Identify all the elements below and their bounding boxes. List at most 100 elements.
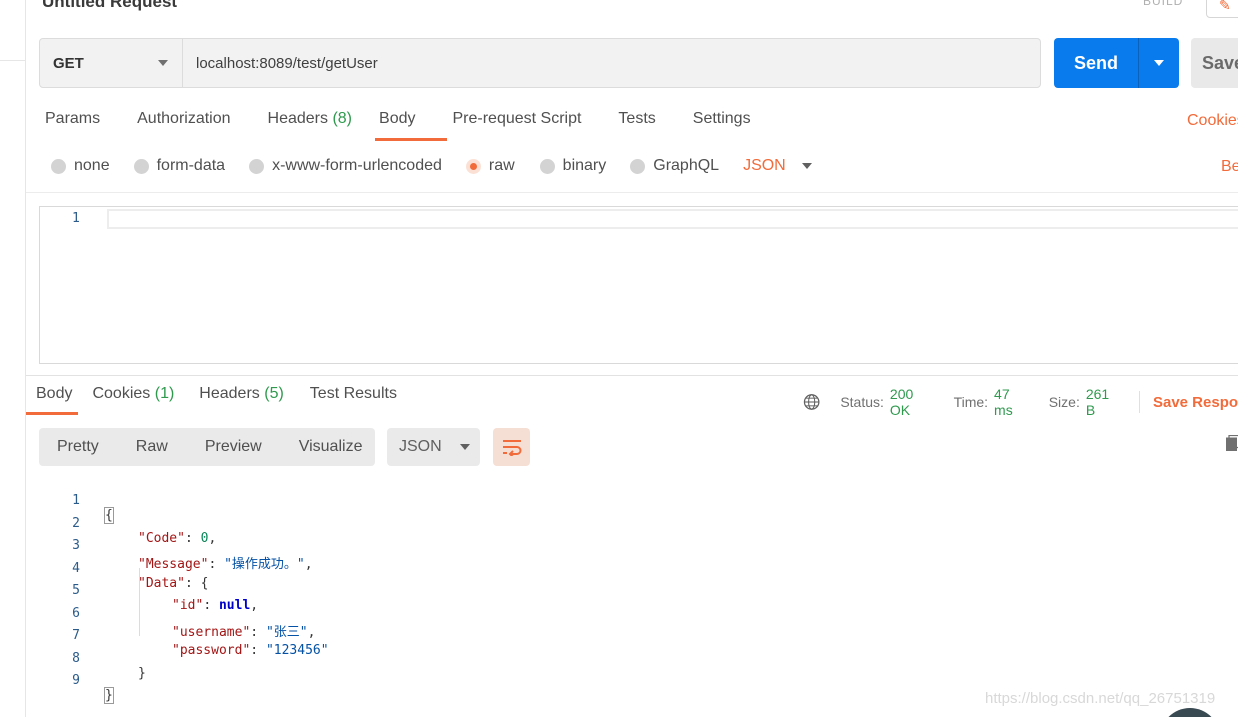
save-response-button[interactable]: Save Respo	[1153, 394, 1238, 411]
radio-circle-icon	[630, 158, 646, 174]
floating-widget[interactable]	[1160, 708, 1220, 717]
tab-label: Test Results	[309, 385, 397, 402]
tab-label: Body	[379, 110, 416, 127]
build-label[interactable]: BUILD	[1143, 0, 1183, 8]
chevron-down-icon	[158, 60, 168, 66]
tab-settings[interactable]: Settings	[693, 110, 751, 142]
radio-circle-icon	[539, 158, 555, 174]
wrap-icon	[502, 440, 521, 456]
radio-label: none	[74, 157, 110, 174]
beautify-link[interactable]: Be	[1221, 158, 1238, 176]
radio-label: x-www-form-urlencoded	[272, 157, 442, 174]
tab-pre-request-script[interactable]: Pre-request Script	[452, 110, 581, 142]
radio-none[interactable]: none	[51, 157, 110, 175]
cookies-link[interactable]: Cookies	[1187, 112, 1238, 130]
send-options-button[interactable]	[1139, 38, 1179, 88]
radio-raw[interactable]: raw	[465, 157, 515, 175]
tab-label: Pre-request Script	[452, 110, 582, 127]
globe-icon[interactable]	[803, 393, 820, 411]
pencil-icon: ✎	[1219, 0, 1231, 13]
radio-circle-icon	[249, 158, 265, 174]
radio-circle-icon	[51, 158, 66, 174]
line-number: 1	[72, 211, 80, 226]
radio-form-data[interactable]: form-data	[133, 157, 226, 175]
save-button[interactable]: Save	[1191, 38, 1238, 88]
radio-urlencoded[interactable]: x-www-form-urlencoded	[249, 157, 442, 175]
response-divider[interactable]	[26, 375, 1238, 376]
resp-tab-cookies[interactable]: Cookies (1)	[92, 385, 174, 403]
method-label: GET	[53, 54, 84, 72]
copy-icon[interactable]	[1226, 435, 1238, 451]
headers-count: (5)	[264, 385, 284, 402]
status-value[interactable]: 200 OK	[890, 386, 936, 418]
code-line: 8 }	[0, 636, 600, 681]
view-pretty[interactable]: Pretty	[57, 438, 99, 456]
chevron-down-icon	[801, 163, 812, 169]
request-title[interactable]: Untitled Request	[42, 0, 177, 12]
url-input[interactable]: localhost:8089/test/getUser	[183, 39, 1040, 87]
size-value[interactable]: 261 B	[1086, 386, 1121, 418]
radio-checked-icon	[465, 158, 481, 174]
headers-count: (8)	[332, 110, 353, 127]
tab-label: Body	[36, 385, 73, 402]
resp-tab-test-results[interactable]: Test Results	[310, 385, 397, 403]
divider	[26, 192, 1238, 193]
tab-label: Params	[45, 110, 101, 127]
cookies-count: (1)	[154, 385, 175, 402]
method-select[interactable]: GET	[40, 39, 183, 87]
request-body-editor[interactable]: 1	[39, 206, 1238, 364]
code-line: 6 "username": "张三",	[0, 591, 600, 640]
tab-label: Authorization	[137, 110, 231, 127]
response-format-label: JSON	[399, 438, 442, 455]
active-tab-indicator	[26, 412, 78, 415]
radio-label: form-data	[156, 157, 226, 174]
size-label: Size:	[1048, 394, 1080, 410]
view-mode-group: Pretty Raw Preview Visualize	[39, 428, 375, 466]
code-line: 2 "Code": 0,	[0, 501, 600, 546]
response-tabs: Body Cookies (1) Headers (5) Test Result…	[36, 385, 397, 403]
wrap-lines-button[interactable]	[493, 428, 530, 466]
code-line: 4 "Data": {	[0, 546, 600, 591]
radio-binary[interactable]: binary	[539, 157, 607, 175]
body-format-label: JSON	[743, 157, 786, 174]
code-line: 3 "Message": "操作成功。",	[0, 523, 600, 572]
code-line: 9 }	[0, 658, 600, 704]
divider	[1139, 391, 1140, 413]
code-line: 1 {	[0, 478, 600, 524]
active-line-highlight	[107, 209, 1238, 229]
brace-close: }	[104, 687, 114, 704]
time-value[interactable]: 47 ms	[994, 386, 1031, 418]
radio-label: raw	[488, 157, 515, 174]
chevron-down-icon	[1154, 60, 1164, 66]
response-format-select[interactable]: JSON	[387, 428, 480, 466]
time-label: Time:	[953, 394, 989, 410]
response-meta: Status: 200 OK Time: 47 ms Size: 261 B S…	[803, 386, 1238, 418]
radio-label: GraphQL	[653, 157, 720, 174]
line-number: 9	[72, 673, 80, 688]
url-bar: GET localhost:8089/test/getUser	[39, 38, 1041, 88]
resp-tab-body[interactable]: Body	[36, 385, 72, 403]
sidebar-divider	[0, 60, 26, 61]
body-format-select[interactable]: JSON	[743, 157, 812, 175]
tab-label: Headers	[199, 385, 260, 402]
chevron-down-icon	[459, 444, 470, 450]
radio-label: binary	[562, 157, 607, 174]
tab-headers[interactable]: Headers (8)	[268, 110, 353, 142]
status-label: Status:	[840, 394, 884, 410]
radio-graphql[interactable]: GraphQL	[630, 157, 719, 175]
tab-params[interactable]: Params	[45, 110, 100, 142]
tab-authorization[interactable]: Authorization	[137, 110, 230, 142]
resp-tab-headers[interactable]: Headers (5)	[199, 385, 284, 403]
tab-tests[interactable]: Tests	[618, 110, 655, 142]
tab-label: Headers	[267, 110, 328, 127]
radio-circle-icon	[133, 158, 149, 174]
view-raw[interactable]: Raw	[136, 438, 168, 456]
view-preview[interactable]: Preview	[205, 438, 262, 456]
tab-label: Cookies	[92, 385, 151, 402]
tab-label: Settings	[692, 110, 751, 127]
code-line: 7 "password": "123456"	[0, 613, 600, 658]
code-line: 5 "id": null,	[0, 568, 600, 613]
view-visualize[interactable]: Visualize	[299, 438, 363, 456]
edit-button[interactable]: ✎	[1206, 0, 1238, 18]
send-button[interactable]: Send	[1054, 38, 1179, 88]
